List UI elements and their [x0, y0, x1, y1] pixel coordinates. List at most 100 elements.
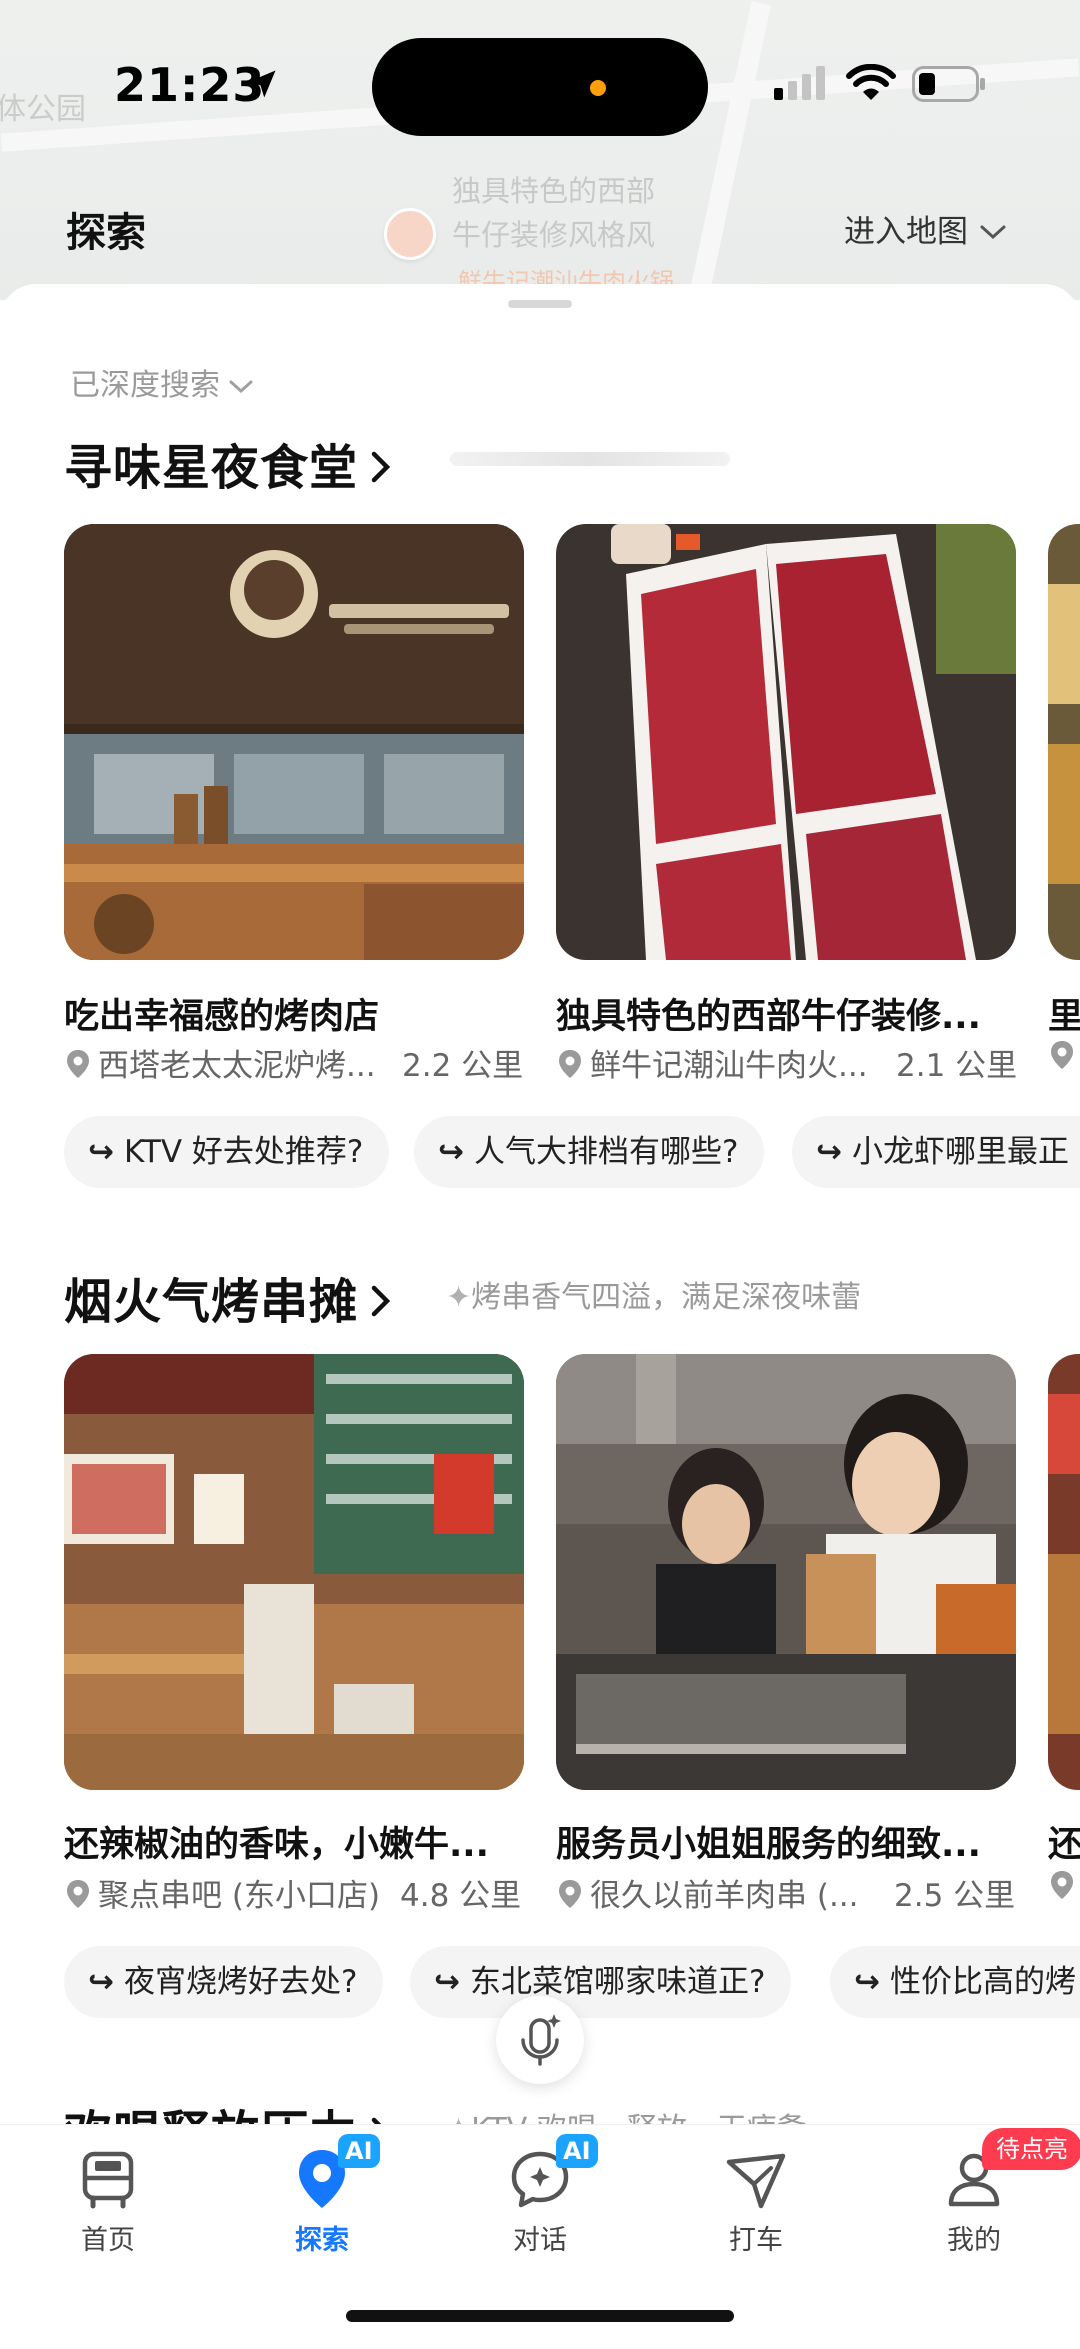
- enter-map-label: 进入地图: [844, 214, 968, 250]
- status-time: 21:23: [114, 58, 266, 112]
- location-pin-icon: [1050, 1870, 1074, 1908]
- location-pin-icon: [558, 1879, 582, 1917]
- section-title-2[interactable]: 烟火气烤串摊: [64, 1262, 392, 1332]
- enter-map-button[interactable]: 进入地图: [844, 206, 1008, 251]
- bus-icon: [38, 2136, 178, 2216]
- nav-tab-ride[interactable]: 打车: [686, 2136, 826, 2257]
- card-title[interactable]: 独具特色的西部牛仔装修...: [556, 988, 981, 1039]
- ai-badge: AI: [556, 2134, 598, 2168]
- wifi-icon: [846, 64, 896, 100]
- chip-label: KTV 好去处推荐?: [123, 1134, 364, 1170]
- card-place[interactable]: 很久以前羊肉串 (...: [558, 1870, 859, 1917]
- chevron-right-icon: [370, 440, 392, 496]
- nav-label: 打车: [729, 2225, 783, 2256]
- card-title[interactable]: 服务员小姐姐服务的细致...: [556, 1816, 981, 1867]
- sheet-drag-handle[interactable]: [508, 300, 572, 308]
- card-image-diners-grill[interactable]: [556, 1354, 1016, 1790]
- location-pin-icon: [66, 1049, 90, 1087]
- explore-pin-icon: AI: [252, 2134, 392, 2216]
- section-subtitle: ✦KTV 欢唱，释放一天疲惫: [446, 2104, 807, 2124]
- chat-bubble-icon: AI: [470, 2134, 610, 2216]
- location-pin-icon: [1050, 1040, 1074, 1078]
- card-title[interactable]: 还辣椒油的香味，小嫩牛...: [64, 1816, 489, 1867]
- card-distance: 2.1 公里: [896, 1048, 1018, 1084]
- return-arrow-icon: ↪: [88, 1964, 114, 2000]
- card-title[interactable]: 还: [1048, 1816, 1080, 1867]
- suggestion-chip[interactable]: ↪ KTV 好去处推荐?: [64, 1116, 390, 1188]
- map-poi-title-line1: 独具特色的西部: [452, 174, 656, 208]
- section-title-label: 寻味星夜食堂: [64, 440, 359, 496]
- card-image-beef-hotpot[interactable]: [556, 524, 1016, 960]
- section-title-label: 烟火气烤串摊: [64, 1274, 359, 1330]
- card-place[interactable]: 鲜牛记潮汕牛肉火...: [558, 1040, 868, 1087]
- location-arrow-icon: [248, 70, 276, 98]
- card-title[interactable]: 里: [1048, 988, 1080, 1039]
- nav-label: 我的: [947, 2225, 1001, 2256]
- suggestion-chip[interactable]: ↪ 东北菜馆哪家味道正?: [410, 1946, 792, 2018]
- return-arrow-icon: ↪: [438, 1134, 464, 1170]
- card-image-peek[interactable]: [1048, 524, 1080, 960]
- nav-tab-explore[interactable]: AI 探索: [252, 2134, 392, 2257]
- card-distance: 2.2 公里: [402, 1048, 524, 1084]
- chevron-down-icon: [228, 369, 254, 404]
- card-image-peek[interactable]: [1048, 1354, 1080, 1790]
- card-title[interactable]: 吃出幸福感的烤肉店: [64, 988, 379, 1039]
- map-road: [689, 1, 771, 299]
- card-place-name: 很久以前羊肉串 (...: [590, 1878, 859, 1914]
- return-arrow-icon: ↪: [434, 1964, 460, 2000]
- suggestion-chip[interactable]: ↪ 小龙虾哪里最正: [792, 1116, 1080, 1188]
- cellular-signal-icon: [774, 66, 825, 100]
- card-place[interactable]: 西塔老太太泥炉烤...: [66, 1040, 376, 1087]
- section-title-label: 欢唱释放压力: [64, 2106, 358, 2124]
- nav-label: 首页: [81, 2225, 135, 2256]
- suggestion-chip[interactable]: ↪ 夜宵烧烤好去处?: [64, 1946, 384, 2018]
- chevron-right-icon: [370, 1274, 392, 1330]
- card-place-name: 聚点串吧 (东小口店): [98, 1878, 381, 1914]
- home-indicator[interactable]: [346, 2310, 734, 2322]
- return-arrow-icon: ↪: [854, 1964, 880, 2000]
- section-subtitle-text: 烤串香气四溢，满足深夜味蕾: [471, 1280, 862, 1315]
- nav-tab-home[interactable]: 首页: [38, 2136, 178, 2257]
- chip-label: 小龙虾哪里最正: [851, 1134, 1069, 1170]
- map-poi-pin[interactable]: [384, 208, 436, 260]
- location-pin-icon: [558, 1049, 582, 1087]
- deep-search-toggle[interactable]: 已深度搜索: [70, 360, 254, 404]
- nav-label: 对话: [513, 2225, 567, 2256]
- section-title-1[interactable]: 寻味星夜食堂: [64, 428, 392, 498]
- sparkle-icon: ✦: [446, 1280, 472, 1315]
- card-image-bbq-restaurant[interactable]: [64, 524, 524, 960]
- page-title: 探索: [66, 210, 146, 256]
- chip-label: 性价比高的烤: [889, 1964, 1076, 2000]
- pending-badge: 待点亮: [982, 2128, 1080, 2170]
- privacy-indicator-dot: [590, 80, 606, 96]
- chip-label: 人气大排档有哪些?: [473, 1134, 739, 1170]
- ai-badge: AI: [338, 2134, 380, 2168]
- suggestion-chip[interactable]: ↪ 性价比高的烤: [830, 1946, 1080, 2018]
- card-image-skewer-shop[interactable]: [64, 1354, 524, 1790]
- dynamic-island: [372, 38, 708, 136]
- return-arrow-icon: ↪: [816, 1134, 842, 1170]
- card-distance: 4.8 公里: [400, 1878, 522, 1914]
- chip-label: 东北菜馆哪家味道正?: [469, 1964, 766, 2000]
- ride-arrow-icon: [686, 2136, 826, 2216]
- chip-label: 夜宵烧烤好去处?: [123, 1964, 358, 2000]
- nav-tab-chat[interactable]: AI 对话: [470, 2134, 610, 2257]
- chevron-down-icon: [978, 214, 1008, 250]
- card-place-name: 西塔老太太泥炉烤...: [98, 1048, 376, 1084]
- map-area-label: 体公园: [0, 92, 86, 127]
- battery-icon: [912, 66, 985, 102]
- microphone-icon: [521, 2014, 561, 2066]
- location-pin-icon: [66, 1879, 90, 1917]
- voice-input-button[interactable]: [496, 1996, 584, 2084]
- map-poi-title-line2: 牛仔装修风格风: [452, 218, 656, 252]
- section-subtitle: ✦烤串香气四溢，满足深夜味蕾: [446, 1272, 861, 1316]
- return-arrow-icon: ↪: [88, 1134, 114, 1170]
- section-title-3[interactable]: 欢唱释放压力: [64, 2094, 392, 2124]
- card-place-name: 鲜牛记潮汕牛肉火...: [590, 1048, 868, 1084]
- suggestion-chip[interactable]: ↪ 人气大排档有哪些?: [414, 1116, 765, 1188]
- chevron-right-icon: [370, 2106, 392, 2124]
- card-place[interactable]: 聚点串吧 (东小口店): [66, 1870, 380, 1917]
- nav-label: 探索: [295, 2225, 349, 2256]
- deep-search-label: 已深度搜索: [70, 368, 220, 403]
- section-subtitle-text: KTV 欢唱，释放一天疲惫: [471, 2112, 807, 2124]
